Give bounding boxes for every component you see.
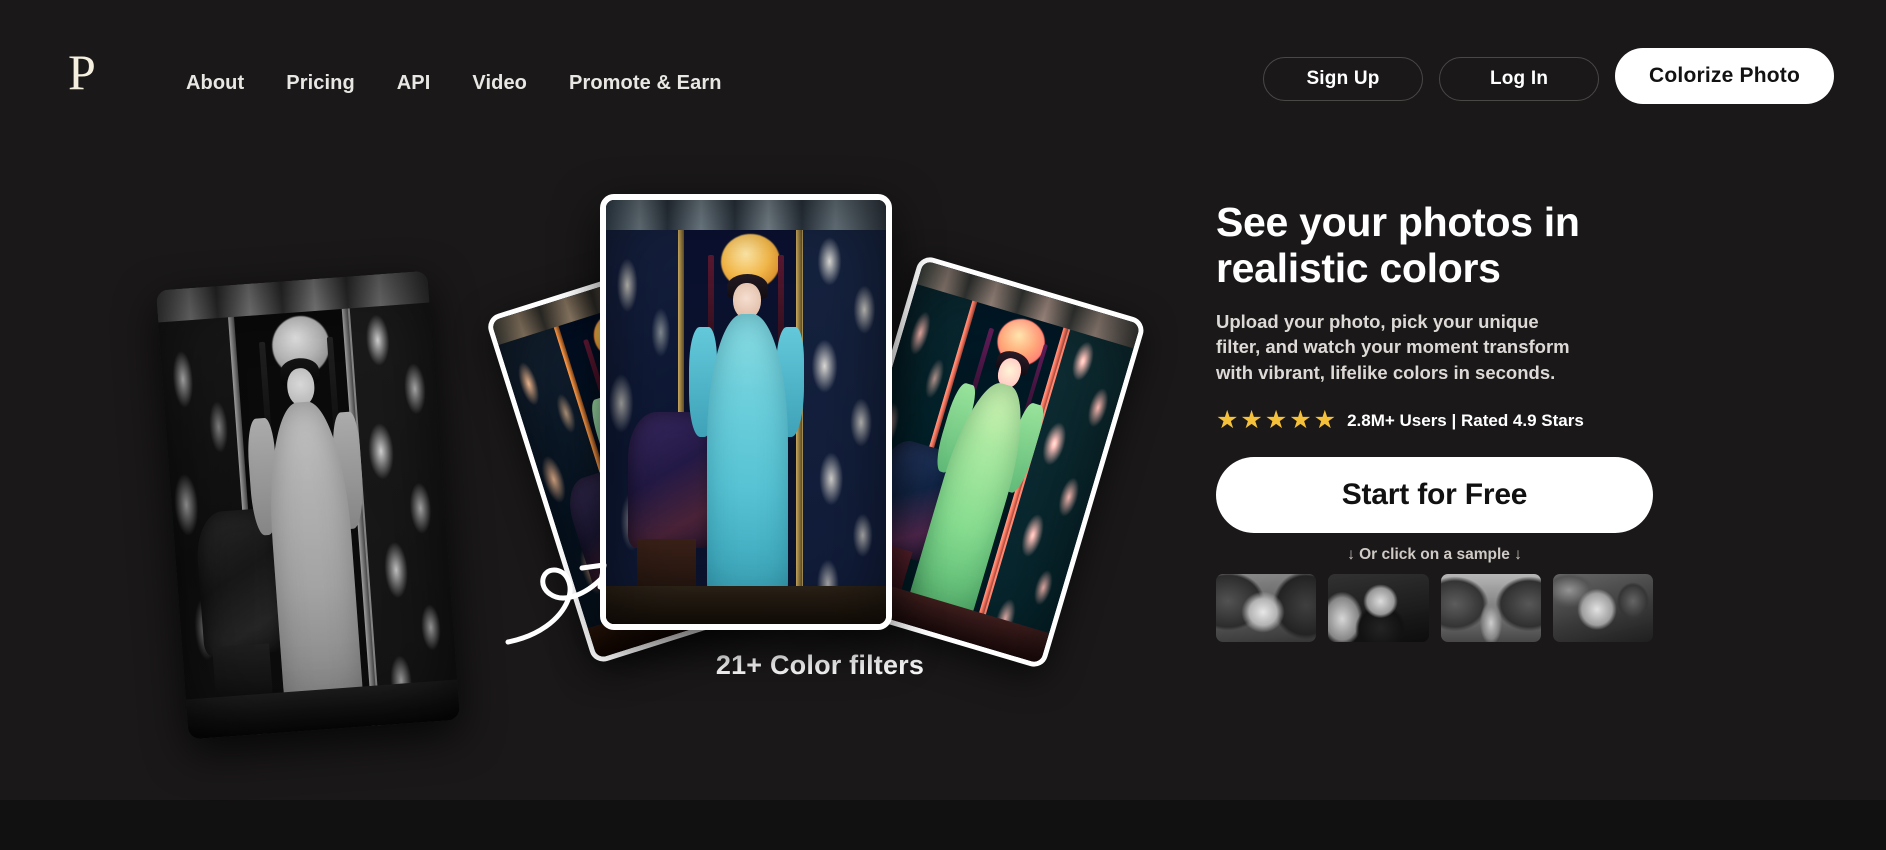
- brand-logo[interactable]: P: [68, 47, 96, 97]
- nav-link-pricing[interactable]: Pricing: [265, 72, 376, 95]
- colorize-photo-button[interactable]: Colorize Photo: [1615, 48, 1834, 104]
- star-rating-icon: ★★★★★: [1216, 406, 1339, 435]
- nav-link-about[interactable]: About: [186, 72, 265, 95]
- nav-links: About Pricing API Video Promote & Earn: [186, 72, 743, 95]
- sample-thumbnail-2[interactable]: [1328, 574, 1429, 643]
- sample-thumbnail-3[interactable]: [1440, 574, 1541, 643]
- sample-thumbnail-1[interactable]: [1216, 574, 1317, 643]
- top-navigation-bar: P About Pricing API Video Promote & Earn…: [0, 0, 1886, 145]
- nav-link-promote-earn[interactable]: Promote & Earn: [548, 72, 743, 95]
- nav-actions: Sign Up Log In Colorize Photo: [1263, 48, 1834, 104]
- hero-copy-panel: See your photos in realistic colors Uplo…: [1216, 199, 1696, 643]
- below-fold-section: [0, 800, 1886, 850]
- curly-arrow-icon: [498, 538, 628, 658]
- sample-thumbnail-4[interactable]: [1552, 574, 1653, 643]
- page-title: See your photos in realistic colors: [1216, 199, 1580, 291]
- original-bw-photo: [155, 270, 461, 740]
- landing-page: P About Pricing API Video Promote & Earn…: [0, 0, 1886, 850]
- rating-label: 2.8M+ Users | Rated 4.9 Stars: [1347, 410, 1584, 430]
- nav-link-api[interactable]: API: [376, 72, 452, 95]
- nav-link-video[interactable]: Video: [451, 72, 548, 95]
- sample-thumbnails: [1216, 574, 1653, 643]
- colorized-photo-main[interactable]: [600, 194, 892, 630]
- start-for-free-button[interactable]: Start for Free: [1216, 457, 1653, 534]
- rating-row: ★★★★★ 2.8M+ Users | Rated 4.9 Stars: [1216, 408, 1696, 433]
- bw-photo-image: [155, 270, 461, 740]
- sign-up-button[interactable]: Sign Up: [1263, 57, 1424, 101]
- log-in-button[interactable]: Log In: [1439, 57, 1600, 101]
- hero-subtext: Upload your photo, pick your unique filt…: [1216, 310, 1570, 383]
- sample-hint-label: ↓ Or click on a sample ↓: [1347, 546, 1522, 564]
